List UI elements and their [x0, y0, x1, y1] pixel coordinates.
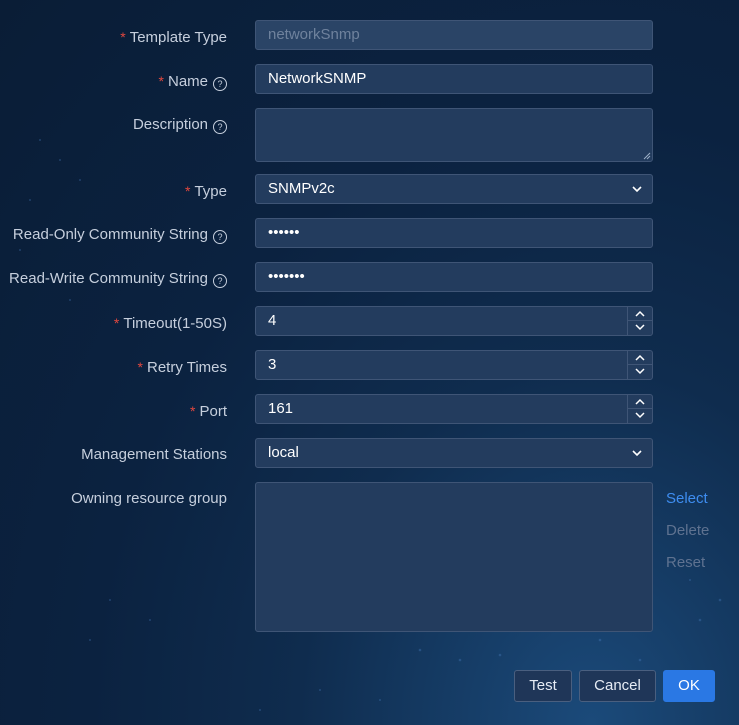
help-icon[interactable]: ?: [213, 77, 227, 91]
description-textarea[interactable]: [255, 108, 653, 162]
reset-group-link[interactable]: Reset: [666, 554, 705, 572]
template-type-label-text: Template Type: [129, 29, 227, 46]
help-icon[interactable]: ?: [213, 120, 227, 134]
chevron-up-icon: [635, 354, 645, 361]
chevron-down-icon: [632, 186, 642, 193]
chevron-down-icon: [635, 324, 645, 331]
help-icon[interactable]: ?: [213, 230, 227, 244]
template-type-field: networkSnmp: [255, 20, 653, 50]
port-value: 161: [268, 400, 294, 417]
chevron-down-icon: [635, 368, 645, 375]
name-value: NetworkSNMP: [268, 70, 367, 87]
name-label-text: Name: [167, 73, 208, 90]
owning-resource-group-list[interactable]: [255, 482, 653, 632]
read-write-community-input[interactable]: •••••••: [255, 262, 653, 292]
required-mark: *: [120, 29, 126, 45]
read-only-community-label-text: Read-Only Community String: [12, 226, 208, 243]
template-type-label: * Template Type: [120, 28, 227, 47]
owning-resource-group-label-text: Owning resource group: [71, 490, 227, 507]
management-stations-label-text: Management Stations: [81, 446, 227, 463]
decrement-button[interactable]: [628, 409, 652, 423]
management-stations-label: Management Stations: [81, 446, 227, 464]
port-stepper[interactable]: 161: [255, 394, 653, 424]
read-write-community-label-text: Read-Write Community String: [9, 270, 208, 287]
retry-times-label-text: Retry Times: [146, 359, 227, 376]
read-write-community-label: Read-Write Community String?: [9, 270, 227, 288]
description-label: Description?: [133, 116, 227, 134]
stepper-controls: [627, 395, 652, 423]
name-input[interactable]: NetworkSNMP: [255, 64, 653, 94]
template-type-value: networkSnmp: [268, 26, 360, 43]
chevron-up-icon: [635, 310, 645, 317]
required-mark: *: [190, 403, 196, 419]
port-label: * Port: [190, 402, 227, 421]
type-label: * Type: [185, 182, 227, 201]
management-stations-value: local: [268, 444, 299, 461]
read-only-community-label: Read-Only Community String?: [13, 226, 227, 244]
test-button[interactable]: Test: [514, 670, 572, 702]
select-group-link[interactable]: Select: [666, 490, 708, 508]
read-write-community-value: •••••••: [268, 268, 305, 285]
required-mark: *: [185, 183, 191, 199]
read-only-community-input[interactable]: ••••••: [255, 218, 653, 248]
timeout-stepper[interactable]: 4: [255, 306, 653, 336]
stepper-controls: [627, 307, 652, 335]
cancel-button[interactable]: Cancel: [579, 670, 656, 702]
required-mark: *: [137, 359, 143, 375]
chevron-down-icon: [635, 412, 645, 419]
resize-handle-icon[interactable]: [643, 152, 651, 160]
decrement-button[interactable]: [628, 365, 652, 379]
name-label: * Name?: [159, 72, 227, 91]
help-icon[interactable]: ?: [213, 274, 227, 288]
retry-times-value: 3: [268, 356, 277, 373]
type-select[interactable]: SNMPv2c: [255, 174, 653, 204]
management-stations-select[interactable]: local: [255, 438, 653, 468]
type-value: SNMPv2c: [268, 180, 335, 197]
chevron-up-icon: [635, 398, 645, 405]
description-label-text: Description: [132, 116, 208, 133]
required-mark: *: [113, 315, 120, 331]
chevron-down-icon: [632, 450, 642, 457]
increment-button[interactable]: [628, 395, 652, 409]
required-mark: *: [158, 73, 164, 89]
retry-times-stepper[interactable]: 3: [255, 350, 653, 380]
read-only-community-value: ••••••: [268, 224, 300, 241]
increment-button[interactable]: [628, 307, 652, 321]
owning-resource-group-label: Owning resource group: [71, 490, 227, 508]
delete-group-link[interactable]: Delete: [666, 522, 709, 540]
increment-button[interactable]: [628, 351, 652, 365]
retry-times-label: * Retry Times: [138, 358, 227, 377]
stepper-controls: [627, 351, 652, 379]
type-label-text: Type: [194, 183, 227, 200]
timeout-label-text: Timeout(1-50S): [123, 315, 227, 332]
decrement-button[interactable]: [628, 321, 652, 335]
ok-button[interactable]: OK: [663, 670, 715, 702]
port-label-text: Port: [199, 403, 227, 420]
timeout-label: * Timeout(1-50S): [114, 314, 227, 333]
timeout-value: 4: [268, 312, 277, 329]
